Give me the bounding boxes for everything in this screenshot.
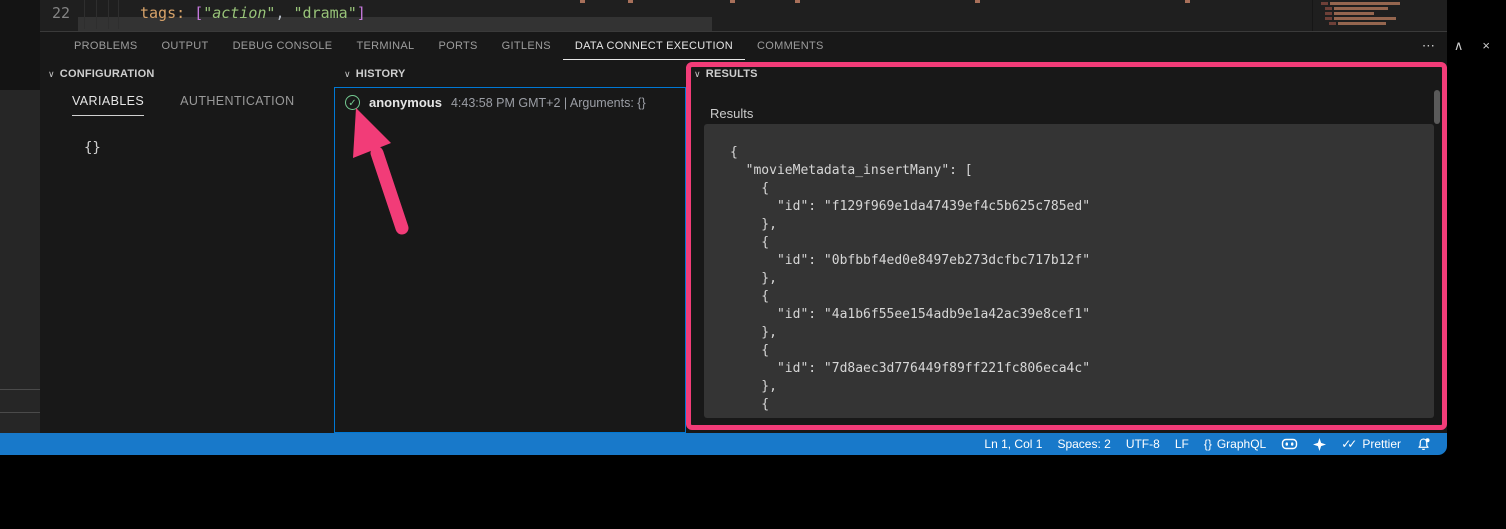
code-token: "action" [203, 4, 275, 22]
tab-variables[interactable]: VARIABLES [72, 94, 144, 116]
indentation-setting[interactable]: Spaces: 2 [1057, 437, 1110, 451]
history-entry-meta: 4:43:58 PM GMT+2 | Arguments: {} [451, 96, 646, 110]
tab-terminal[interactable]: TERMINAL [344, 32, 426, 60]
chevron-down-icon: ∨ [694, 69, 701, 80]
json-line: { [730, 144, 1434, 162]
indent-guide [96, 0, 97, 29]
chevron-down-icon: ∨ [344, 69, 351, 80]
maximize-panel-icon[interactable]: ∧ [1454, 38, 1464, 54]
json-line: { [730, 234, 1434, 252]
json-line: { [730, 342, 1434, 360]
code-fragment [730, 0, 735, 3]
tab-comments[interactable]: COMMENTS [745, 32, 836, 60]
configuration-header[interactable]: ∨ CONFIGURATION [40, 60, 336, 80]
tab-ports[interactable]: PORTS [426, 32, 489, 60]
json-line: "id": "4a1b6f55ee154adb9e1a42ac39e8cef1" [730, 306, 1434, 324]
encoding-setting[interactable]: UTF-8 [1126, 437, 1160, 451]
divider [0, 389, 40, 390]
formatter-status[interactable]: ✓✓ Prettier [1341, 437, 1401, 451]
minimap-line [1325, 17, 1446, 20]
tab-data-connect-execution[interactable]: DATA CONNECT EXECUTION [563, 32, 745, 60]
history-title: HISTORY [356, 68, 406, 80]
success-check-icon: ✓ [345, 95, 360, 110]
json-line: }, [730, 216, 1434, 234]
language-mode[interactable]: {} GraphQL [1204, 437, 1266, 451]
variables-editor[interactable]: {} [84, 140, 336, 156]
code-token: tags: [140, 4, 194, 22]
minimap-line [1329, 22, 1446, 25]
code-token: , [275, 4, 293, 22]
data-connect-execution-panel: ∨ CONFIGURATION VARIABLES AUTHENTICATION… [40, 60, 1447, 433]
indent-guide [84, 0, 85, 29]
divider [0, 412, 40, 413]
tab-debug-console[interactable]: DEBUG CONSOLE [221, 32, 345, 60]
results-json-output[interactable]: { "movieMetadata_insertMany": [ { "id": … [704, 124, 1434, 418]
panel-actions: ⋯ ∧ × [1422, 31, 1490, 60]
minimap-line [1325, 12, 1446, 15]
braces-icon: {} [1204, 437, 1212, 451]
status-bar: Ln 1, Col 1 Spaces: 2 UTF-8 LF {} GraphQ… [0, 433, 1447, 455]
tab-authentication[interactable]: AUTHENTICATION [180, 94, 294, 116]
line-number: 22 [44, 4, 70, 22]
configuration-title: CONFIGURATION [60, 68, 155, 80]
json-line: }, [730, 324, 1434, 342]
panel-tab-bar: PROBLEMS OUTPUT DEBUG CONSOLE TERMINAL P… [40, 31, 1447, 60]
json-line: { [730, 396, 1434, 414]
indent-guide [118, 0, 119, 29]
json-line: "movieMetadata_insertMany": [ [730, 162, 1434, 180]
history-entry[interactable]: ✓ anonymous 4:43:58 PM GMT+2 | Arguments… [335, 88, 685, 117]
minimap[interactable] [1312, 0, 1446, 31]
code-fragment [795, 0, 800, 3]
more-actions-icon[interactable]: ⋯ [1422, 38, 1435, 54]
json-line: { [730, 180, 1434, 198]
json-line: }, [730, 270, 1434, 288]
configuration-section: ∨ CONFIGURATION VARIABLES AUTHENTICATION… [40, 60, 336, 433]
tab-gitlens[interactable]: GITLENS [490, 32, 563, 60]
code-fragment [628, 0, 633, 3]
double-check-icon: ✓✓ [1341, 437, 1353, 451]
copilot-icon[interactable] [1281, 437, 1298, 451]
configuration-tabs: VARIABLES AUTHENTICATION [72, 94, 336, 116]
results-title: RESULTS [706, 68, 758, 80]
json-line: "id": "f129f969e1da47439ef4c5b625c785ed" [730, 198, 1434, 216]
tab-problems[interactable]: PROBLEMS [62, 32, 150, 60]
json-line: "id": "7d8aec3d776449f89ff221fc806eca4c" [730, 360, 1434, 378]
tab-output[interactable]: OUTPUT [150, 32, 221, 60]
minimap-line [1321, 2, 1446, 5]
left-crop-strip [0, 90, 40, 433]
json-line: { [730, 288, 1434, 306]
json-line: "id": "0bfbbf4ed0e8497eb273dcfbc717b12f" [730, 252, 1434, 270]
json-line: }, [730, 378, 1434, 396]
code-fragment [975, 0, 980, 3]
results-label: Results [710, 106, 753, 121]
history-list: ✓ anonymous 4:43:58 PM GMT+2 | Arguments… [334, 87, 686, 433]
code-fragment [580, 0, 585, 3]
vscode-window: 22 tags: ["action", "drama"] PROBLEMS OU… [0, 0, 1506, 529]
indent-guide [108, 0, 109, 29]
scrollbar-thumb[interactable] [1434, 90, 1440, 124]
code-fragment [1185, 0, 1190, 3]
history-entry-name: anonymous [369, 95, 442, 110]
code-token: "drama" [294, 4, 357, 22]
cursor-position[interactable]: Ln 1, Col 1 [984, 437, 1042, 451]
code-line: tags: ["action", "drama"] [140, 4, 366, 22]
notifications-bell-icon[interactable] [1416, 437, 1431, 452]
close-panel-icon[interactable]: × [1482, 38, 1490, 53]
chevron-down-icon: ∨ [48, 69, 55, 80]
history-section: ∨ HISTORY ✓ anonymous 4:43:58 PM GMT+2 |… [336, 60, 686, 433]
results-header[interactable]: ∨ RESULTS [686, 60, 1447, 80]
history-header[interactable]: ∨ HISTORY [336, 60, 686, 80]
code-token: ] [357, 4, 366, 22]
eol-setting[interactable]: LF [1175, 437, 1189, 451]
sparkle-icon[interactable] [1313, 438, 1326, 451]
left-crop-dark [0, 0, 40, 90]
editor-area[interactable]: 22 tags: ["action", "drama"] [40, 0, 1447, 31]
results-section: ∨ RESULTS Results { "movieMetadata_inser… [686, 60, 1447, 433]
code-token: [ [194, 4, 203, 22]
minimap-line [1325, 7, 1446, 10]
